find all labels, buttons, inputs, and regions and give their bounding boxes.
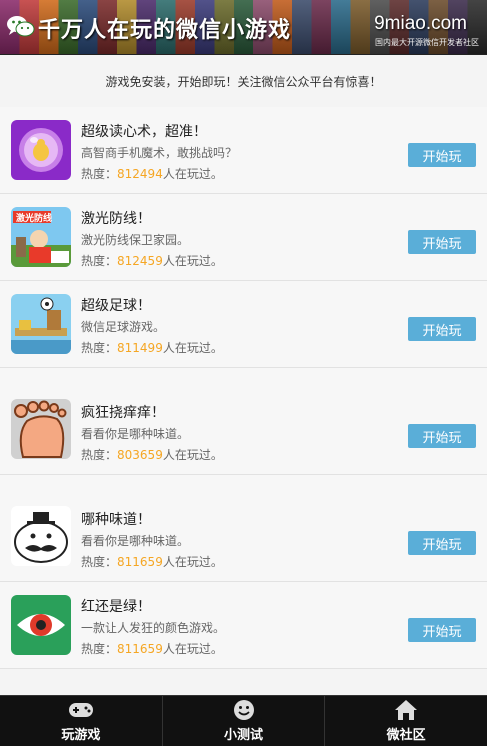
wechat-icon [7,16,35,37]
game-desc: 微信足球游戏。 [81,320,166,334]
heat-prefix: 热度： [81,555,118,569]
start-play-button[interactable]: 开始玩 [408,230,476,254]
heat-count: 811659 [117,555,163,569]
heat-suffix: 人在玩过。 [162,341,223,355]
heat-count: 803659 [117,448,163,462]
eye-icon [11,595,71,655]
gamepad-icon [68,703,93,717]
game-item-super-soccer[interactable]: 超级足球！ 微信足球游戏。 热度：811499人在玩过。 开始玩 [0,281,487,368]
heat-prefix: 热度： [81,642,118,656]
heat-suffix: 人在玩过。 [162,254,223,268]
soccer-icon [11,294,71,354]
start-play-button[interactable]: 开始玩 [408,317,476,341]
heat-prefix: 热度： [81,448,118,462]
nav-label: 玩游戏 [61,728,101,743]
smiley-icon [233,700,254,720]
heat-suffix: 人在玩过。 [162,642,223,656]
heat-prefix: 热度： [81,254,118,268]
heat-count: 811499 [117,341,163,355]
game-desc: 一款让人发狂的颜色游戏。 [81,621,226,635]
foot-icon [11,399,71,459]
game-list: 超级读心术，超准！ 高智商手机魔术，敢挑战吗？ 热度：812494人在玩过。 开… [0,107,487,669]
game-title[interactable]: 超级足球！ [81,295,151,315]
bottom-nav: 玩游戏 小测试 微社区 [0,695,487,746]
brand-domain[interactable]: 9miao.com [374,13,467,35]
game-item-red-or-green[interactable]: 红还是绿！ 一款让人发狂的颜色游戏。 热度：811659人在玩过。 开始玩 [0,582,487,669]
game-item-which-flavor[interactable]: 哪种味道！ 看看你是哪种味道。 热度：811659人在玩过。 开始玩 [0,475,487,582]
header-banner: 千万人在玩的微信小游戏 9miao.com 国内最大开源微信开发者社区 [0,0,487,55]
nav-community[interactable]: 微社区 [325,696,487,746]
mustache-face-icon [11,506,71,566]
game-heat: 热度：812459人在玩过。 [81,252,223,269]
game-title[interactable]: 疯狂挠痒痒！ [81,402,165,422]
heat-suffix: 人在玩过。 [162,448,223,462]
crystal-ball-icon [11,120,71,180]
game-heat: 热度：812494人在玩过。 [81,165,223,182]
svg-text:激光防线: 激光防线 [16,212,52,224]
nav-label: 微社区 [386,728,426,743]
start-play-button[interactable]: 开始玩 [408,618,476,642]
heat-count: 812459 [117,254,163,268]
nav-quiz[interactable]: 小测试 [163,696,326,746]
start-play-button[interactable]: 开始玩 [408,531,476,555]
game-desc: 看看你是哪种味道。 [81,427,190,441]
heat-suffix: 人在玩过。 [162,555,223,569]
game-desc: 激光防线保卫家园。 [81,233,190,247]
brand-tagline: 国内最大开源微信开发者社区 [375,38,479,47]
game-desc: 看看你是哪种味道。 [81,534,190,548]
game-item-tickle[interactable]: 疯狂挠痒痒！ 看看你是哪种味道。 热度：803659人在玩过。 开始玩 [0,368,487,475]
start-play-button[interactable]: 开始玩 [408,424,476,448]
game-title[interactable]: 超级读心术，超准！ [81,121,207,141]
heat-count: 812494 [117,167,163,181]
nav-label: 小测试 [224,728,264,743]
game-title[interactable]: 哪种味道！ [81,509,151,529]
notice-banner: 游戏免安装，开始即玩！关注微信公众平台有惊喜！ [105,74,382,89]
heat-prefix: 热度： [81,167,118,181]
game-heat: 热度：811499人在玩过。 [81,339,223,356]
game-title[interactable]: 激光防线！ [81,208,151,228]
start-play-button[interactable]: 开始玩 [408,143,476,167]
heat-prefix: 热度： [81,341,118,355]
game-item-mind-reading[interactable]: 超级读心术，超准！ 高智商手机魔术，敢挑战吗？ 热度：812494人在玩过。 开… [0,107,487,194]
heat-count: 811659 [117,642,163,656]
heat-suffix: 人在玩过。 [162,167,223,181]
site-title: 千万人在玩的微信小游戏 [38,18,292,43]
game-heat: 热度：803659人在玩过。 [81,446,223,463]
game-title[interactable]: 红还是绿！ [81,596,151,616]
game-item-laser-defense[interactable]: 激光防线 激光防线！ 激光防线保卫家园。 热度：812459人在玩过。 开始玩 [0,194,487,281]
game-heat: 热度：811659人在玩过。 [81,640,223,657]
game-desc: 高智商手机魔术，敢挑战吗？ [81,146,238,160]
home-icon [395,700,418,720]
nav-play-games[interactable]: 玩游戏 [0,696,163,746]
laser-defense-icon: 激光防线 [11,207,71,267]
game-heat: 热度：811659人在玩过。 [81,553,223,570]
